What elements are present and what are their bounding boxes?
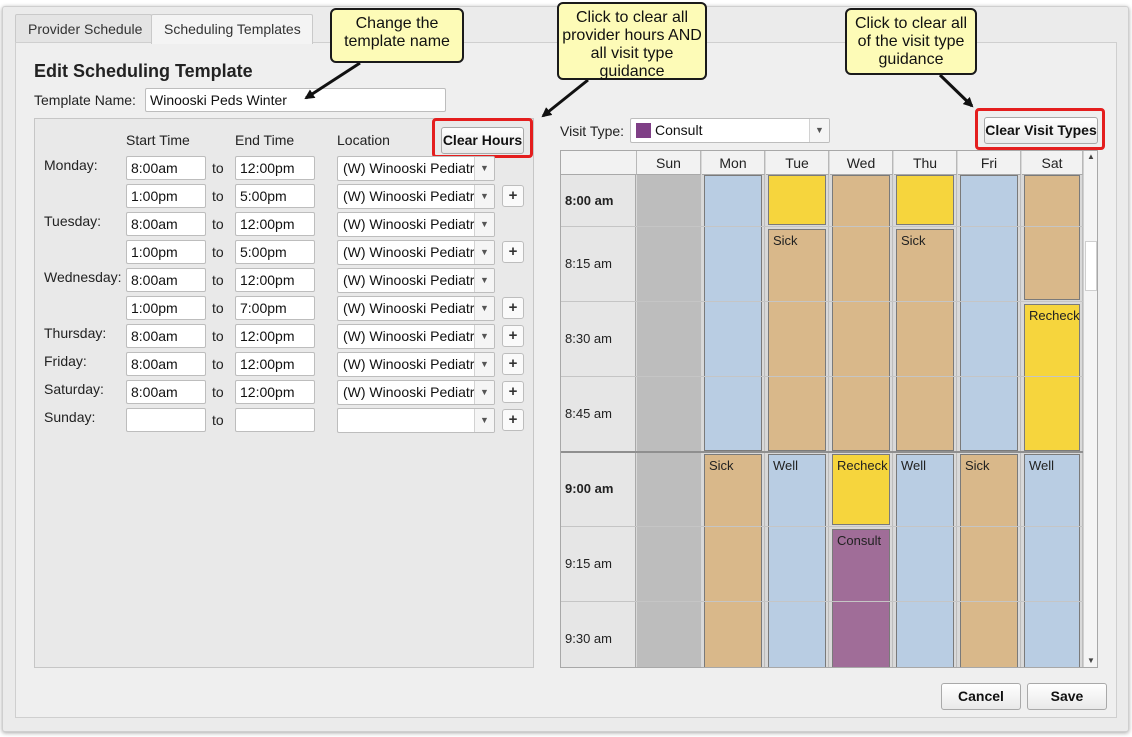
callout-arrows — [304, 61, 974, 118]
arrow-clear-hours — [541, 78, 589, 118]
tab-scheduling-templates[interactable]: Scheduling Templates — [151, 14, 313, 44]
arrow-clear-visit-types — [938, 73, 974, 108]
callout-clear-hours: Click to clear all provider hours AND al… — [557, 2, 707, 80]
arrow-template-name — [304, 61, 361, 100]
callout-clear-visit-types: Click to clear all of the visit type gui… — [845, 8, 977, 75]
callout-template-name: Change the template name — [330, 8, 464, 63]
